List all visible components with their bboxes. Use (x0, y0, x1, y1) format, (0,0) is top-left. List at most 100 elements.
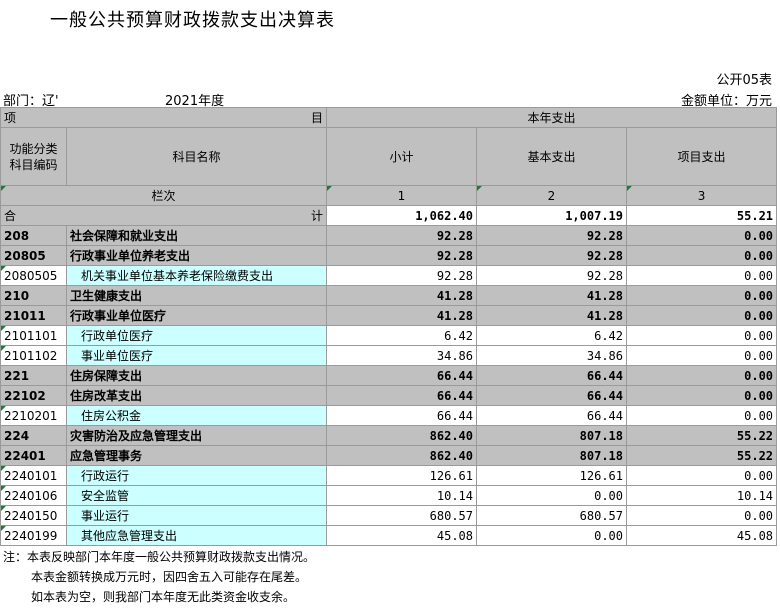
row-basic: 6.42 (476, 325, 627, 346)
footnotes: 注：本表反映部门本年度一般公共预算财政拨款支出情况。 本表金额转换成万元时，因四… (3, 547, 315, 607)
row-subject-name: 行政单位医疗 (66, 325, 327, 346)
table-row: 20805 行政事业单位养老支出 92.28 92.28 0.00 (0, 245, 778, 266)
row-code: 2080505 (0, 265, 67, 286)
row-subject-name: 住房保障支出 (66, 365, 327, 386)
row-subtotal: 92.28 (326, 225, 477, 246)
row-basic: 92.28 (476, 265, 627, 286)
total-basic: 1,007.19 (476, 205, 627, 226)
row-subtotal: 6.42 (326, 325, 477, 346)
table-row: 22401 应急管理事务 862.40 807.18 55.22 (0, 445, 778, 466)
row-basic: 41.28 (476, 285, 627, 306)
row-subject-name: 灾害防治及应急管理支出 (66, 425, 327, 446)
header-col-3: 3 (625, 185, 778, 206)
table-row: 2101101 行政单位医疗 6.42 6.42 0.00 (0, 325, 778, 346)
row-code: 2240150 (0, 505, 67, 526)
header-item-left: 项 (4, 111, 17, 125)
row-code: 20805 (0, 245, 67, 266)
row-basic: 66.44 (476, 405, 627, 426)
row-basic: 807.18 (476, 425, 627, 446)
row-code: 2240106 (0, 485, 67, 506)
row-project: 0.00 (625, 265, 778, 286)
header-row-3: 栏次 1 2 3 (0, 185, 778, 206)
row-project: 0.00 (625, 465, 778, 486)
row-subject-name: 行政事业单位养老支出 (66, 245, 327, 266)
row-code: 221 (0, 365, 67, 386)
row-code: 210 (0, 285, 67, 306)
header-col-1: 1 (326, 185, 477, 206)
row-basic: 126.61 (476, 465, 627, 486)
row-basic: 41.28 (476, 305, 627, 326)
header-basic: 基本支出 (476, 127, 627, 186)
row-subject-name: 机关事业单位基本养老保险缴费支出 (66, 265, 327, 286)
row-basic: 807.18 (476, 445, 627, 466)
row-code: 208 (0, 225, 67, 246)
row-project: 0.00 (625, 385, 778, 406)
row-subject-name: 应急管理事务 (66, 445, 327, 466)
table-row: 2240106 安全监管 10.14 0.00 10.14 (0, 485, 778, 506)
row-subtotal: 862.40 (326, 445, 477, 466)
table-row: 2240150 事业运行 680.57 680.57 0.00 (0, 505, 778, 526)
row-subtotal: 45.08 (326, 525, 477, 546)
row-project: 0.00 (625, 225, 778, 246)
header-row-2: 功能分类 科目编码 科目名称 小计 基本支出 项目支出 (0, 127, 778, 186)
row-subject-name: 行政事业单位医疗 (66, 305, 327, 326)
row-basic: 92.28 (476, 245, 627, 266)
row-code: 2240199 (0, 525, 67, 546)
row-basic: 680.57 (476, 505, 627, 526)
table-row: 224 灾害防治及应急管理支出 862.40 807.18 55.22 (0, 425, 778, 446)
row-subject-name: 安全监管 (66, 485, 327, 506)
row-project: 0.00 (625, 305, 778, 326)
row-project: 0.00 (625, 365, 778, 386)
row-subject-name: 住房改革支出 (66, 385, 327, 406)
row-project: 55.22 (625, 445, 778, 466)
row-subject-name: 事业运行 (66, 505, 327, 526)
row-subject-name: 其他应急管理支出 (66, 525, 327, 546)
header-subject-name: 科目名称 (66, 127, 327, 186)
total-right: 计 (310, 209, 323, 223)
row-subtotal: 41.28 (326, 285, 477, 306)
row-code: 2101101 (0, 325, 67, 346)
row-basic: 0.00 (476, 525, 627, 546)
row-code: 2101102 (0, 345, 67, 366)
expenditure-table: 项 目 本年支出 功能分类 科目编码 科目名称 小计 基本支出 项目支出 栏次 … (0, 107, 778, 546)
row-subject-name: 行政运行 (66, 465, 327, 486)
header-col-2: 2 (476, 185, 627, 206)
row-project: 55.22 (625, 425, 778, 446)
row-subject-name: 社会保障和就业支出 (66, 225, 327, 246)
table-row: 221 住房保障支出 66.44 66.44 0.00 (0, 365, 778, 386)
page-title: 一般公共预算财政拨款支出决算表 (50, 10, 335, 31)
row-code: 2210201 (0, 405, 67, 426)
table-code: 公开05表 (716, 73, 772, 88)
table-row: 210 卫生健康支出 41.28 41.28 0.00 (0, 285, 778, 306)
row-project: 45.08 (625, 525, 778, 546)
table-row: 2101102 事业单位医疗 34.86 34.86 0.00 (0, 345, 778, 366)
table-row: 2080505 机关事业单位基本养老保险缴费支出 92.28 92.28 0.00 (0, 265, 778, 286)
row-subtotal: 66.44 (326, 405, 477, 426)
row-basic: 92.28 (476, 225, 627, 246)
table-row: 22102 住房改革支出 66.44 66.44 0.00 (0, 385, 778, 406)
header-item-right: 目 (310, 111, 323, 125)
header-func-code: 功能分类 科目编码 (0, 127, 67, 186)
header-item-cell: 项 目 (0, 107, 327, 128)
header-project: 项目支出 (625, 127, 778, 186)
row-subject-name: 事业单位医疗 (66, 345, 327, 366)
row-project: 0.00 (625, 285, 778, 306)
row-code: 224 (0, 425, 67, 446)
table-row: 2210201 住房公积金 66.44 66.44 0.00 (0, 405, 778, 426)
row-subtotal: 10.14 (326, 485, 477, 506)
header-subtotal: 小计 (326, 127, 477, 186)
row-basic: 0.00 (476, 485, 627, 506)
row-subtotal: 34.86 (326, 345, 477, 366)
total-row: 合 计 1,062.40 1,007.19 55.21 (0, 205, 778, 226)
table-row: 2240199 其他应急管理支出 45.08 0.00 45.08 (0, 525, 778, 546)
note-3: 如本表为空，则我部门本年度无此类资金收支余。 (31, 590, 296, 604)
row-code: 22102 (0, 385, 67, 406)
note-2: 本表金额转换成万元时，因四舍五入可能存在尾差。 (31, 570, 308, 584)
row-subject-name: 卫生健康支出 (66, 285, 327, 306)
row-project: 0.00 (625, 505, 778, 526)
row-project: 0.00 (625, 405, 778, 426)
row-code: 22401 (0, 445, 67, 466)
total-label-cell: 合 计 (0, 205, 327, 226)
note-1: 注：本表反映部门本年度一般公共预算财政拨款支出情况。 (3, 550, 316, 564)
row-project: 0.00 (625, 325, 778, 346)
